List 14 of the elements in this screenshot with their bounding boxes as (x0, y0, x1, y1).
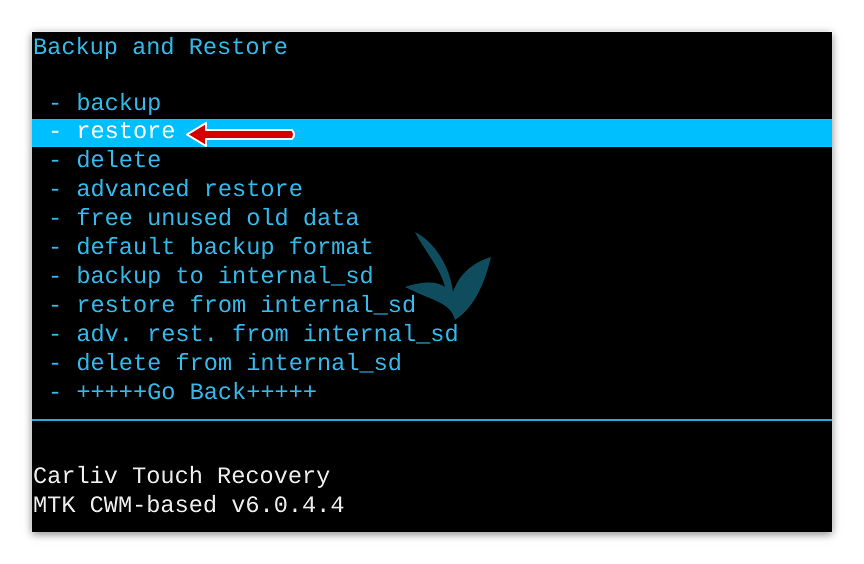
recovery-version-text: Carliv Touch Recovery (33, 463, 330, 492)
menu-item[interactable]: - default backup format (48, 234, 374, 263)
menu-item[interactable]: - backup to internal_sd (48, 263, 374, 292)
menu-item[interactable]: - advanced restore (48, 176, 303, 205)
menu-item[interactable]: - backup (48, 90, 162, 119)
menu-item[interactable]: - +++++Go Back+++++ (48, 379, 318, 408)
menu-item[interactable]: - free unused old data (48, 205, 360, 234)
menu-item[interactable]: - restore from internal_sd (48, 292, 416, 321)
recovery-version-text: MTK CWM-based v6.0.4.4 (33, 492, 344, 521)
menu-item[interactable]: - delete from internal_sd (48, 350, 402, 379)
arrow-icon (184, 121, 298, 148)
menu-item[interactable]: - delete (48, 147, 162, 176)
menu-item[interactable]: - adv. rest. from internal_sd (48, 321, 459, 350)
screen-title: Backup and Restore (33, 34, 288, 63)
